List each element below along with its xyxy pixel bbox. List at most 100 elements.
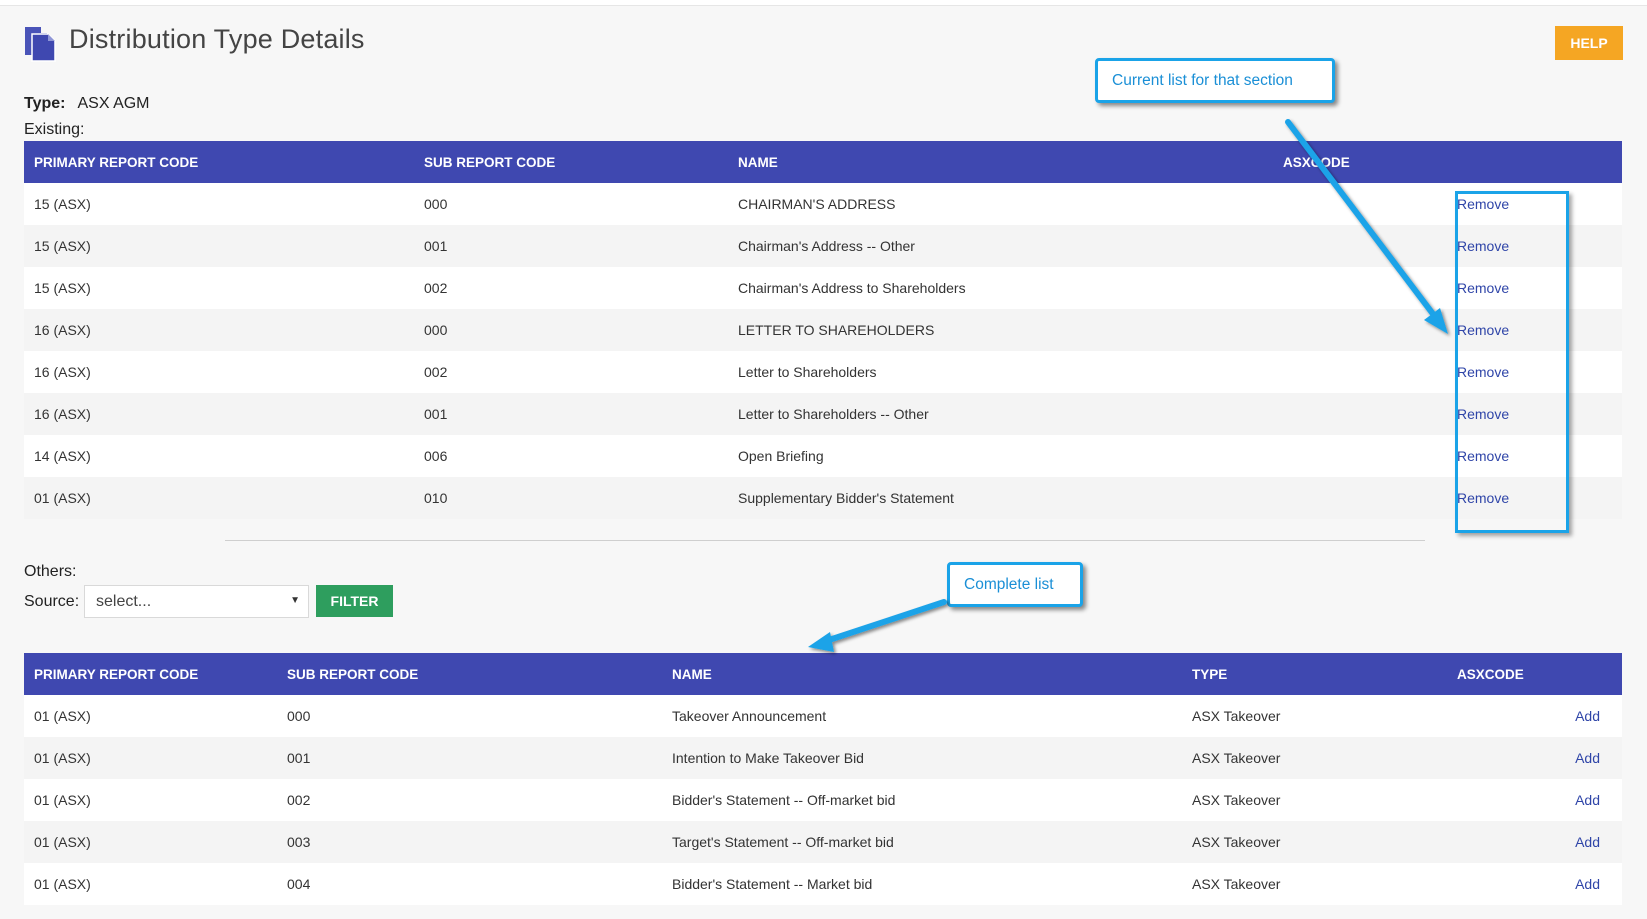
cell-asxcode [1273, 309, 1443, 351]
table-header-row: PRIMARY REPORT CODE SUB REPORT CODE NAME… [24, 141, 1622, 183]
table-row: 01 (ASX) 010 Supplementary Bidder's Statem… [24, 477, 1622, 519]
cell-primary-report-code: 01 (ASX) [34, 876, 91, 892]
cell-primary-report-code: 01 (ASX) [34, 834, 91, 850]
callout-current-list: Current list for that section [1095, 58, 1335, 103]
cell-type: ASX Takeover [1192, 792, 1281, 808]
col-primary-report-code: PRIMARY REPORT CODE [34, 154, 199, 170]
cell-name: Letter to Shareholders [738, 364, 877, 380]
cell-primary-report-code: 14 (ASX) [34, 448, 91, 464]
cell-sub-report-code: 000 [287, 708, 311, 724]
cell-type: ASX Takeover [1192, 834, 1281, 850]
col-action [1443, 141, 1622, 183]
cell-asxcode [1273, 477, 1443, 519]
col-sub-report-code: SUB REPORT CODE [287, 666, 419, 682]
table-row: 16 (ASX) 002 Letter to Shareholders Remove [24, 351, 1622, 393]
cell-primary-report-code: 01 (ASX) [34, 750, 91, 766]
cell-sub-report-code: 000 [424, 196, 448, 212]
col-sub-report-code: SUB REPORT CODE [424, 154, 556, 170]
cell-name: Supplementary Bidder's Statement [738, 490, 954, 506]
help-button[interactable]: HELP [1555, 26, 1623, 60]
cell-asxcode [1273, 183, 1443, 225]
col-primary-report-code: PRIMARY REPORT CODE [34, 666, 199, 682]
cell-sub-report-code: 002 [424, 364, 448, 380]
col-type: TYPE [1192, 666, 1228, 682]
others-table: PRIMARY REPORT CODE SUB REPORT CODE NAME… [24, 653, 1622, 905]
type-label: Type: [24, 95, 66, 112]
cell-name: Open Briefing [738, 448, 824, 464]
cell-primary-report-code: 16 (ASX) [34, 364, 91, 380]
type-value: ASX AGM [77, 95, 150, 112]
add-link[interactable]: Add [1575, 708, 1600, 724]
col-asxcode: ASXCODE [1457, 666, 1524, 682]
add-link[interactable]: Add [1575, 750, 1600, 766]
others-label: Others: [24, 563, 77, 580]
cell-sub-report-code: 001 [287, 750, 311, 766]
table-header-row: PRIMARY REPORT CODE SUB REPORT CODE NAME… [24, 653, 1622, 695]
add-link[interactable]: Add [1575, 834, 1600, 850]
cell-name: Chairman's Address -- Other [738, 238, 915, 254]
table-row: 16 (ASX) 000 LETTER TO SHAREHOLDERS Remove [24, 309, 1622, 351]
cell-sub-report-code: 002 [424, 280, 448, 296]
source-label: Source: [24, 593, 80, 610]
cell-asxcode [1273, 393, 1443, 435]
cell-primary-report-code: 01 (ASX) [34, 490, 91, 506]
table-row: 15 (ASX) 000 CHAIRMAN'S ADDRESS Remove [24, 183, 1622, 225]
cell-name: LETTER TO SHAREHOLDERS [738, 322, 935, 338]
callout-complete-list: Complete list [947, 562, 1083, 607]
cell-primary-report-code: 16 (ASX) [34, 406, 91, 422]
cell-type: ASX Takeover [1192, 750, 1281, 766]
cell-sub-report-code: 002 [287, 792, 311, 808]
table-row: 14 (ASX) 006 Open Briefing Remove [24, 435, 1622, 477]
cell-name: Target's Statement -- Off-market bid [672, 834, 894, 850]
cell-name: Chairman's Address to Shareholders [738, 280, 966, 296]
table-row: 01 (ASX) 000 Takeover Announcement ASX Take… [24, 695, 1622, 737]
table-row: 15 (ASX) 002 Chairman's Address to Shareho… [24, 267, 1622, 309]
cell-name: Bidder's Statement -- Off-market bid [672, 792, 896, 808]
col-name: NAME [672, 666, 712, 682]
table-row: 01 (ASX) 001 Intention to Make Takeover Bi… [24, 737, 1622, 779]
cell-name: Bidder's Statement -- Market bid [672, 876, 873, 892]
documents-icon [25, 27, 56, 62]
section-divider [225, 540, 1425, 541]
add-link[interactable]: Add [1575, 876, 1600, 892]
caret-down-icon: ▼ [290, 595, 300, 606]
source-select[interactable]: select... ▼ [84, 585, 309, 618]
cell-primary-report-code: 16 (ASX) [34, 322, 91, 338]
table-row: 01 (ASX) 002 Bidder's Statement -- Off-mar… [24, 779, 1622, 821]
add-link[interactable]: Add [1575, 792, 1600, 808]
cell-primary-report-code: 15 (ASX) [34, 280, 91, 296]
cell-name: Intention to Make Takeover Bid [672, 750, 864, 766]
existing-label: Existing: [24, 121, 85, 138]
cell-sub-report-code: 010 [424, 490, 448, 506]
cell-sub-report-code: 000 [424, 322, 448, 338]
col-asxcode: ASXCODE [1283, 154, 1350, 170]
existing-table: PRIMARY REPORT CODE SUB REPORT CODE NAME… [24, 141, 1622, 519]
source-selected-value: select... [96, 592, 152, 610]
page-title: Distribution Type Details [69, 24, 365, 54]
cell-asxcode [1273, 351, 1443, 393]
cell-name: Letter to Shareholders -- Other [738, 406, 929, 422]
cell-sub-report-code: 004 [287, 876, 311, 892]
cell-sub-report-code: 001 [424, 238, 448, 254]
table-row: 15 (ASX) 001 Chairman's Address -- Other Re… [24, 225, 1622, 267]
cell-asxcode [1273, 225, 1443, 267]
table-row: 01 (ASX) 003 Target's Statement -- Off-mar… [24, 821, 1622, 863]
cell-primary-report-code: 01 (ASX) [34, 792, 91, 808]
cell-name: CHAIRMAN'S ADDRESS [738, 196, 896, 212]
cell-type: ASX Takeover [1192, 876, 1281, 892]
cell-sub-report-code: 003 [287, 834, 311, 850]
filter-button[interactable]: FILTER [316, 585, 393, 617]
table-row: 01 (ASX) 004 Bidder's Statement -- Market … [24, 863, 1622, 905]
cell-asxcode [1273, 267, 1443, 309]
cell-type: ASX Takeover [1192, 708, 1281, 724]
cell-name: Takeover Announcement [672, 708, 827, 724]
cell-sub-report-code: 006 [424, 448, 448, 464]
cell-primary-report-code: 15 (ASX) [34, 196, 91, 212]
type-line: Type: ASX AGM [24, 95, 150, 113]
highlight-box [1455, 191, 1569, 533]
cell-asxcode [1273, 435, 1443, 477]
cell-sub-report-code: 001 [424, 406, 448, 422]
cell-primary-report-code: 01 (ASX) [34, 708, 91, 724]
table-row: 16 (ASX) 001 Letter to Shareholders -- Oth… [24, 393, 1622, 435]
cell-primary-report-code: 15 (ASX) [34, 238, 91, 254]
